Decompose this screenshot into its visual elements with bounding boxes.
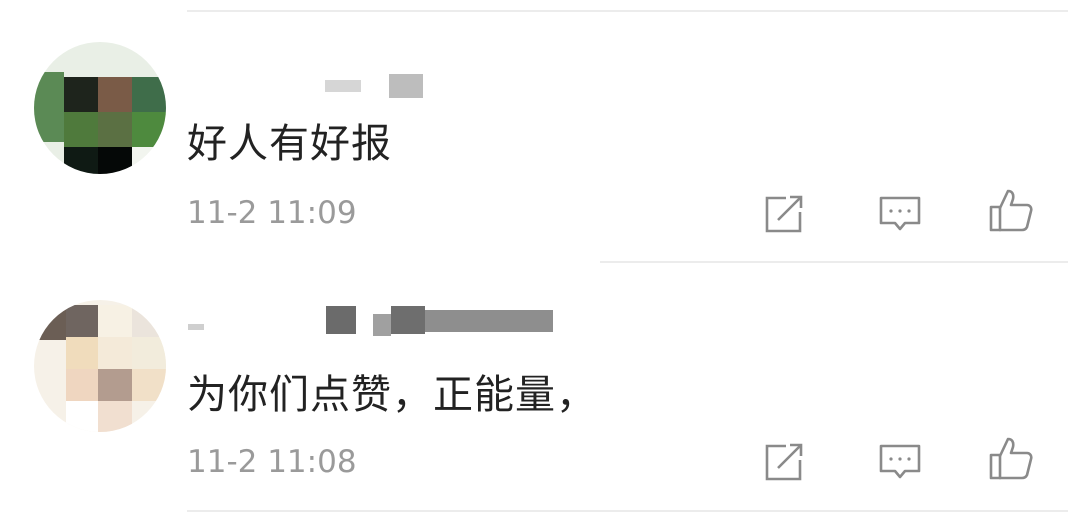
share-icon[interactable] [760, 438, 808, 486]
username-redacted[interactable] [325, 74, 425, 100]
avatar[interactable] [34, 300, 166, 432]
timestamp: 11-2 11:08 [187, 444, 357, 480]
bottom-divider [187, 510, 1068, 512]
top-divider [187, 10, 1068, 12]
thumbs-up-icon[interactable] [987, 434, 1035, 482]
comment-text: 好人有好报 [187, 121, 392, 167]
reply-icon[interactable] [876, 190, 924, 238]
avatar[interactable] [34, 42, 166, 174]
username-redacted[interactable] [188, 304, 553, 336]
comment-list: 好人有好报 11-2 11:09 为你们点赞，正能量， 11-2 11:08 [0, 0, 1068, 529]
comment-divider [600, 261, 1068, 263]
reply-icon[interactable] [876, 438, 924, 486]
share-icon[interactable] [760, 190, 808, 238]
thumbs-up-icon[interactable] [987, 186, 1035, 234]
comment-text: 为你们点赞，正能量， [187, 372, 597, 418]
timestamp: 11-2 11:09 [187, 195, 357, 231]
